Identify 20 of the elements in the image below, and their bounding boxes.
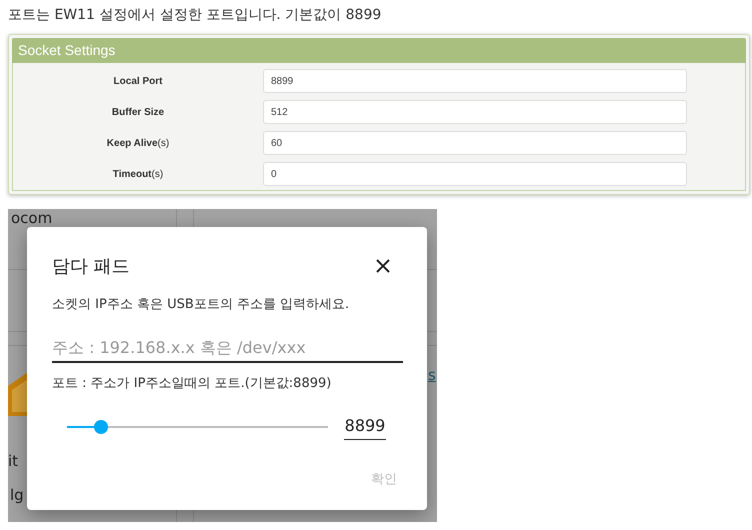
input-field[interactable]: 512 [263, 100, 687, 124]
dialog-description: 소켓의 IP주소 혹은 USB포트의 주소를 입력하세요. [52, 296, 350, 313]
background-text: lg [10, 486, 24, 504]
field-label: Timeout(s) [112, 168, 164, 180]
panel-header: Socket Settings [12, 38, 746, 63]
input-field[interactable]: 0 [263, 162, 687, 186]
field-label: Buffer Size [112, 106, 164, 118]
background-text: ocom [11, 209, 52, 227]
field-label: Keep Alive(s) [106, 138, 170, 148]
address-field[interactable]: 주소 : 192.168.x.x 혹은 /dev/xxx [52, 338, 403, 363]
dialog-title: 담다 패드 [52, 255, 130, 278]
close-icon[interactable] [376, 259, 390, 273]
port-value-field[interactable]: 8899 [344, 414, 386, 440]
input-field[interactable]: 8899 [263, 69, 687, 93]
background-text: it [8, 452, 18, 470]
port-hint: 포트 : 주소가 IP주소일때의 포트.(기본값:8899) [52, 375, 332, 392]
field-label: Local Port [114, 76, 162, 86]
caption-text: 포트는 EW11 설정에서 설정한 포트입니다. 기본값이 8899 [8, 6, 382, 24]
input-field[interactable]: 60 [263, 131, 687, 155]
slider-thumb[interactable] [94, 420, 108, 434]
